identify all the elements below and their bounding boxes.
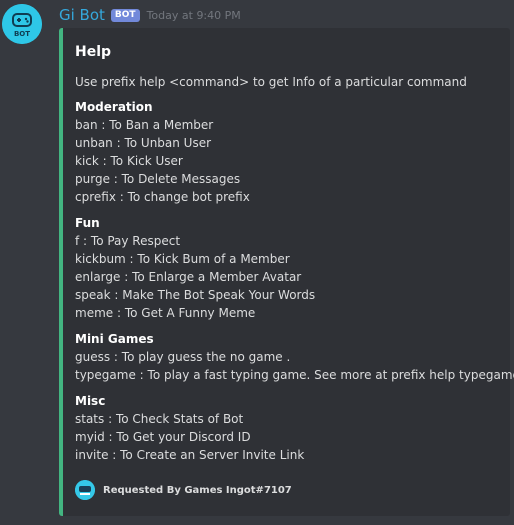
chat-message: BOT Gi Bot BOT Today at 9:40 PM Help Use…	[0, 0, 514, 525]
command-line: f : To Pay Respect	[75, 234, 181, 248]
command-line: unban : To Unban User	[75, 136, 212, 150]
section-title: Mini Games	[75, 332, 154, 346]
embed-description: Use prefix help <command> to get Info of…	[75, 75, 467, 89]
command-line: myid : To Get your Discord ID	[75, 430, 251, 444]
bot-avatar-icon[interactable]: BOT	[2, 4, 42, 44]
message-header: Gi Bot BOT Today at 9:40 PM	[59, 4, 241, 26]
section-fun: Fun f : To Pay Respect kickbum : To Kick…	[75, 214, 510, 322]
command-line: kickbum : To Kick Bum of a Member	[75, 252, 290, 266]
command-line: cprefix : To change bot prefix	[75, 190, 250, 204]
section-title: Misc	[75, 394, 106, 408]
section-moderation: Moderation ban : To Ban a Member unban :…	[75, 98, 510, 206]
command-line: guess : To play guess the no game .	[75, 350, 291, 364]
command-line: enlarge : To Enlarge a Member Avatar	[75, 270, 302, 284]
command-line: ban : To Ban a Member	[75, 118, 214, 132]
bot-tag-badge: BOT	[110, 8, 140, 22]
command-line: invite : To Create an Server Invite Link	[75, 448, 305, 462]
section-title: Fun	[75, 216, 100, 230]
command-line: stats : To Check Stats of Bot	[75, 412, 244, 426]
message-timestamp: Today at 9:40 PM	[146, 8, 241, 22]
help-embed: Help Use prefix help <command> to get In…	[59, 28, 514, 516]
embed-footer: Requested By Games Ingot#7107	[75, 480, 292, 500]
section-title: Moderation	[75, 100, 153, 114]
section-misc: Misc stats : To Check Stats of Bot myid …	[75, 392, 510, 464]
command-line: purge : To Delete Messages	[75, 172, 241, 186]
footer-text: Requested By Games Ingot#7107	[103, 484, 292, 496]
command-line: kick : To Kick User	[75, 154, 183, 168]
command-line: speak : Make The Bot Speak Your Words	[75, 288, 316, 302]
section-mini-games: Mini Games guess : To play guess the no …	[75, 330, 514, 384]
requester-avatar-icon	[75, 480, 95, 500]
command-line: meme : To Get A Funny Meme	[75, 306, 256, 320]
embed-title: Help	[75, 44, 112, 60]
command-line: typegame : To play a fast typing game. S…	[75, 368, 514, 382]
avatar-label: BOT	[14, 30, 30, 38]
author-name[interactable]: Gi Bot	[59, 6, 105, 24]
